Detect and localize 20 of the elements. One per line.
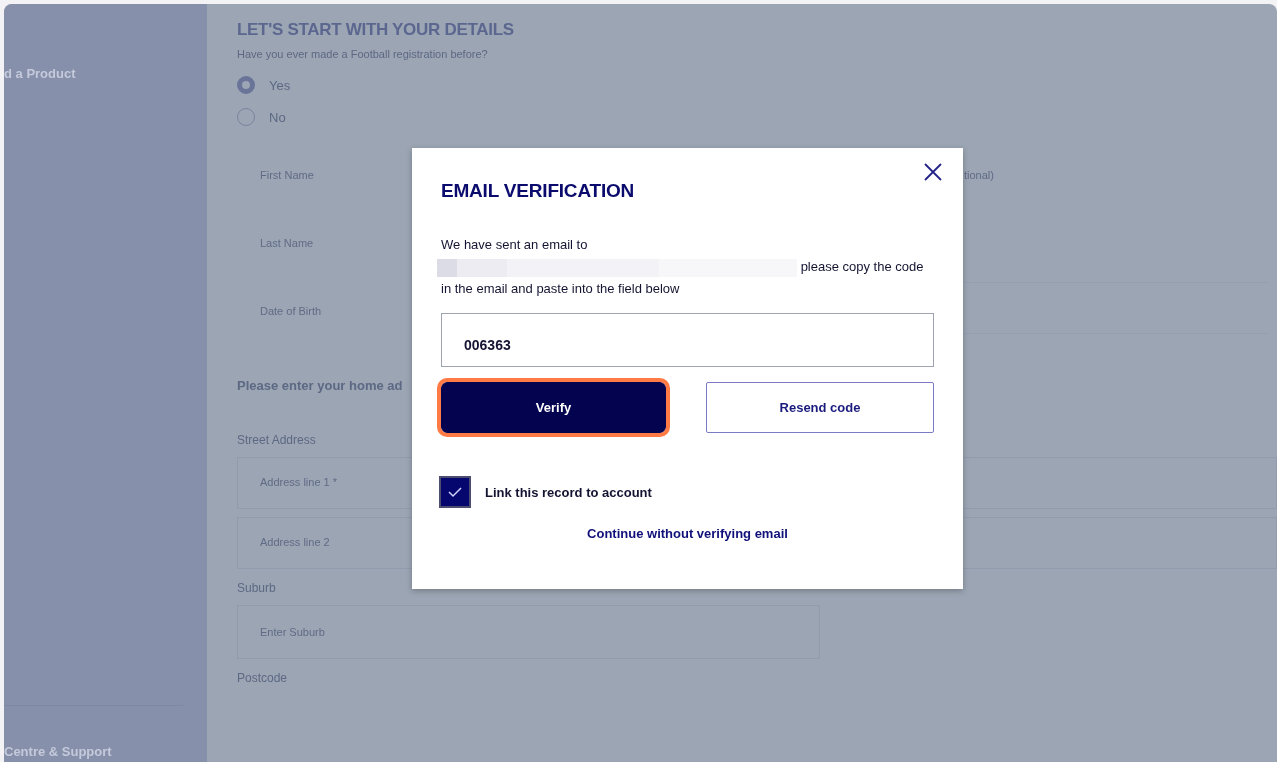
code-field[interactable]: 006363 (441, 313, 934, 367)
radio-label: Yes (269, 77, 291, 93)
radio-button[interactable] (237, 76, 255, 94)
check-icon (448, 486, 462, 498)
field-label: Postcode (237, 671, 289, 685)
checkbox[interactable] (439, 476, 471, 508)
resend-button[interactable]: Resend code (706, 382, 934, 433)
checkbox-label: Link this record to account (485, 484, 652, 500)
input-field[interactable]: Enter Suburb (237, 605, 820, 659)
field-label: Suburb (237, 581, 277, 595)
section-title: LET'S START WITH YOUR DETAILS (237, 20, 515, 40)
dialog-title: EMAIL VERIFICATION (441, 180, 636, 202)
sidebar-item[interactable]: d a Product (4, 66, 207, 81)
section-heading: Please enter your home ad (237, 378, 404, 393)
sidebar-item[interactable]: Centre & Support (4, 744, 112, 759)
close-icon[interactable] (923, 162, 943, 182)
question-text: Have you ever made a Football registration before? (237, 48, 489, 60)
field-label: Street Address (237, 433, 317, 447)
skip-link[interactable]: Continue without verifying email (587, 526, 788, 541)
radio-label: No (269, 109, 286, 125)
